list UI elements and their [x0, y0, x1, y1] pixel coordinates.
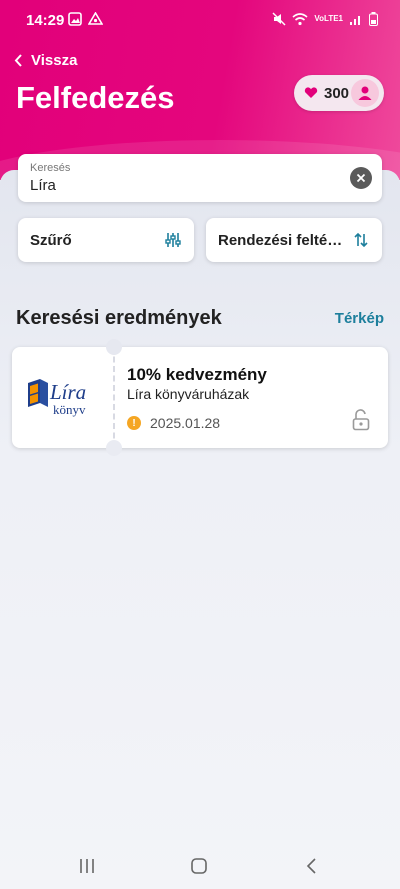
- points-badge[interactable]: 300: [294, 75, 384, 111]
- back-label: Vissza: [31, 52, 78, 69]
- battery-icon: [369, 12, 378, 26]
- page-title: Felfedezés: [16, 80, 175, 115]
- status-system-icons: VoLTE1: [272, 12, 378, 26]
- sort-arrows-icon: [354, 232, 368, 248]
- user-icon: [358, 86, 372, 100]
- back-button[interactable]: Vissza: [14, 52, 77, 69]
- system-back-button[interactable]: [304, 857, 318, 875]
- home-button[interactable]: [190, 857, 208, 875]
- status-bar: 14:29 VoLTE1: [0, 0, 400, 40]
- search-input[interactable]: Líra: [30, 177, 56, 194]
- filter-label: Szűrő: [30, 231, 72, 249]
- store-name: Líra könyváruházak: [127, 386, 250, 402]
- profile-avatar[interactable]: [351, 79, 379, 107]
- search-label: Keresés: [30, 162, 71, 174]
- card-divider: [113, 347, 115, 448]
- status-time: 14:29: [26, 12, 65, 29]
- sliders-icon: [165, 233, 181, 247]
- lira-logo-subtitle: könyv: [53, 402, 86, 417]
- results-heading: Keresési eredmények: [16, 307, 222, 329]
- status-notification-icons: [68, 12, 103, 26]
- sort-label: Rendezési feltételek: [218, 231, 344, 249]
- system-nav-bar: [0, 845, 400, 889]
- card-notch-bottom: [106, 440, 122, 456]
- wifi-icon: [292, 12, 308, 25]
- map-link[interactable]: Térkép: [335, 310, 384, 327]
- warning-icon: !: [127, 416, 141, 430]
- points-value: 300: [324, 84, 350, 102]
- mute-icon: [272, 12, 286, 26]
- search-field[interactable]: Keresés Líra: [18, 154, 382, 202]
- lira-logo: Líra könyv: [28, 379, 86, 417]
- chevron-left-icon: [14, 54, 22, 67]
- filter-button[interactable]: Szűrő: [18, 218, 194, 262]
- expiry-date: 2025.01.28: [150, 415, 221, 431]
- content-background: [0, 170, 400, 889]
- volte-indicator: VoLTE1: [314, 14, 343, 23]
- card-notch-top: [106, 339, 122, 355]
- heart-icon: [304, 87, 318, 98]
- gallery-icon: [68, 12, 82, 26]
- sort-button[interactable]: Rendezési feltételek: [206, 218, 382, 262]
- lira-logo-title: Líra: [49, 380, 86, 404]
- unlocked-padlock-icon: [352, 409, 370, 431]
- signal-icon: [350, 15, 360, 25]
- clear-search-button[interactable]: [350, 167, 372, 189]
- recent-apps-button[interactable]: [78, 857, 96, 875]
- close-icon: [356, 173, 366, 183]
- offer-title: 10% kedvezmény: [127, 365, 267, 384]
- expiry-row: ! 2025.01.28: [127, 415, 220, 431]
- drive-icon: [88, 12, 103, 25]
- result-card[interactable]: Líra könyv 10% kedvezmény Líra könyváruh…: [12, 339, 388, 456]
